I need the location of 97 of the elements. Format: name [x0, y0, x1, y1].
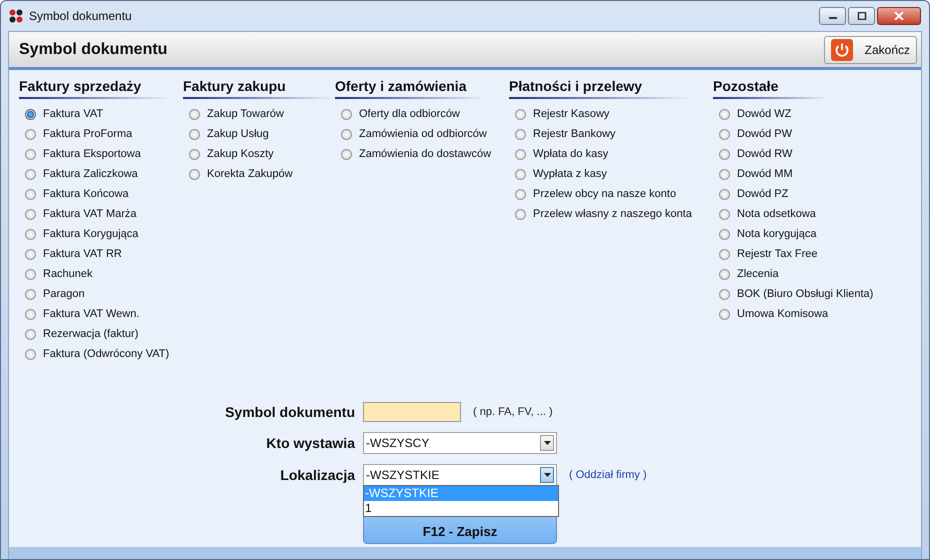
power-icon — [830, 38, 853, 60]
app-logo-icon — [9, 9, 23, 23]
radio-option[interactable]: Zamówienia od odbiorców — [335, 124, 509, 144]
radio-button[interactable] — [719, 148, 730, 160]
radio-option[interactable]: Korekta Zakupów — [183, 164, 335, 184]
radio-option[interactable]: Rejestr Kasowy — [509, 104, 713, 124]
radio-option[interactable]: Faktura Zaliczkowa — [19, 164, 183, 184]
radio-button[interactable] — [25, 128, 36, 140]
radio-button[interactable] — [515, 128, 526, 140]
radio-option[interactable]: Wpłata do kasy — [509, 144, 713, 164]
radio-button[interactable] — [719, 188, 730, 200]
radio-option[interactable]: Faktura VAT — [19, 104, 183, 124]
field-label: Lokalizacja — [279, 467, 355, 483]
radio-option[interactable]: Zakup Usług — [183, 124, 335, 144]
issuer-dropdown[interactable]: -WSZYSCY — [363, 432, 557, 454]
radio-button[interactable] — [189, 168, 200, 180]
minimize-button[interactable] — [819, 7, 846, 25]
close-button[interactable] — [877, 7, 921, 25]
radio-option[interactable]: Dowód MM — [713, 164, 913, 184]
radio-option[interactable]: Rachunek — [19, 264, 183, 284]
radio-option[interactable]: Dowód PZ — [713, 184, 913, 204]
radio-button[interactable] — [25, 168, 36, 180]
radio-option[interactable]: Wypłata z kasy — [509, 164, 713, 184]
radio-option[interactable]: Faktura (Odwrócony VAT) — [19, 344, 183, 364]
radio-option[interactable]: Faktura VAT Marża — [19, 204, 183, 224]
radio-option[interactable]: Przelew własny z naszego konta — [509, 204, 713, 224]
field-hint: ( np. FA, FV, ... ) — [473, 406, 553, 418]
radio-button[interactable] — [719, 248, 730, 260]
group-heading: Płatności i przelewy — [509, 78, 689, 99]
page-title: Symbol dokumentu — [19, 40, 168, 58]
radio-button[interactable] — [25, 268, 36, 280]
radio-button[interactable] — [719, 228, 730, 240]
radio-option[interactable]: Rezerwacja (faktur) — [19, 324, 183, 344]
radio-button[interactable] — [719, 268, 730, 280]
radio-button[interactable] — [25, 248, 36, 260]
group-heading: Oferty i zamówienia — [335, 78, 485, 99]
symbol-input-field[interactable] — [363, 402, 461, 422]
radio-button[interactable] — [515, 108, 526, 120]
radio-button[interactable] — [515, 188, 526, 200]
field-label: Kto wystawia — [265, 435, 355, 451]
radio-option[interactable]: Zamówienia do dostawców — [335, 144, 509, 164]
window-title: Symbol dokumentu — [29, 9, 132, 23]
radio-button[interactable] — [25, 348, 36, 360]
group-heading: Faktury sprzedaży — [19, 78, 169, 99]
radio-button[interactable] — [189, 148, 200, 160]
radio-button[interactable] — [719, 128, 730, 140]
radio-option[interactable]: Nota korygująca — [713, 224, 913, 244]
radio-option[interactable]: Faktura Końcowa — [19, 184, 183, 204]
radio-button[interactable] — [25, 308, 36, 320]
radio-button[interactable] — [341, 148, 352, 160]
radio-option[interactable]: Zakup Towarów — [183, 104, 335, 124]
radio-button[interactable] — [189, 108, 200, 120]
radio-button[interactable] — [341, 108, 352, 120]
radio-option[interactable]: Faktura VAT Wewn. — [19, 304, 183, 324]
dropdown-option[interactable]: 1 — [364, 501, 558, 516]
radio-option[interactable]: Oferty dla odbiorców — [335, 104, 509, 124]
radio-button[interactable] — [25, 148, 36, 160]
radio-button[interactable] — [719, 308, 730, 320]
radio-button[interactable] — [25, 228, 36, 240]
radio-option[interactable]: Faktura Eksportowa — [19, 144, 183, 164]
radio-option[interactable]: Nota odsetkowa — [713, 204, 913, 224]
radio-option[interactable]: Dowód WZ — [713, 104, 913, 124]
field-hint: ( Oddział firmy ) — [569, 469, 647, 481]
radio-option[interactable]: Faktura Korygująca — [19, 224, 183, 244]
maximize-icon — [856, 12, 866, 20]
radio-button[interactable] — [25, 328, 36, 340]
field-label: Symbol dokumentu — [224, 404, 355, 420]
radio-option[interactable]: Faktura VAT RR — [19, 244, 183, 264]
radio-button[interactable] — [719, 108, 730, 120]
radio-button[interactable] — [25, 108, 36, 120]
radio-option[interactable]: Dowód RW — [713, 144, 913, 164]
radio-option[interactable]: Rejestr Bankowy — [509, 124, 713, 144]
close-form-button[interactable]: Zakończ — [824, 36, 917, 64]
radio-button[interactable] — [719, 288, 730, 300]
radio-button[interactable] — [719, 208, 730, 220]
group-heading: Pozostałe — [713, 78, 828, 99]
close-icon — [894, 12, 904, 20]
radio-button[interactable] — [341, 128, 352, 140]
radio-option[interactable]: Faktura ProForma — [19, 124, 183, 144]
radio-button[interactable] — [25, 208, 36, 220]
radio-button[interactable] — [25, 188, 36, 200]
radio-button[interactable] — [719, 168, 730, 180]
radio-button[interactable] — [25, 288, 36, 300]
radio-button[interactable] — [515, 208, 526, 220]
radio-button[interactable] — [515, 168, 526, 180]
radio-button[interactable] — [189, 128, 200, 140]
radio-option[interactable]: BOK (Biuro Obsługi Klienta) — [713, 284, 913, 304]
radio-button[interactable] — [515, 148, 526, 160]
radio-option[interactable]: Rejestr Tax Free — [713, 244, 913, 264]
radio-option[interactable]: Zlecenia — [713, 264, 913, 284]
maximize-button[interactable] — [848, 7, 875, 25]
radio-option[interactable]: Umowa Komisowa — [713, 304, 913, 324]
radio-option[interactable]: Paragon — [19, 284, 183, 304]
radio-option[interactable]: Przelew obcy na nasze konto — [509, 184, 713, 204]
group-heading: Faktury zakupu — [183, 78, 333, 99]
radio-option[interactable]: Zakup Koszty — [183, 144, 335, 164]
radio-option[interactable]: Dowód PW — [713, 124, 913, 144]
